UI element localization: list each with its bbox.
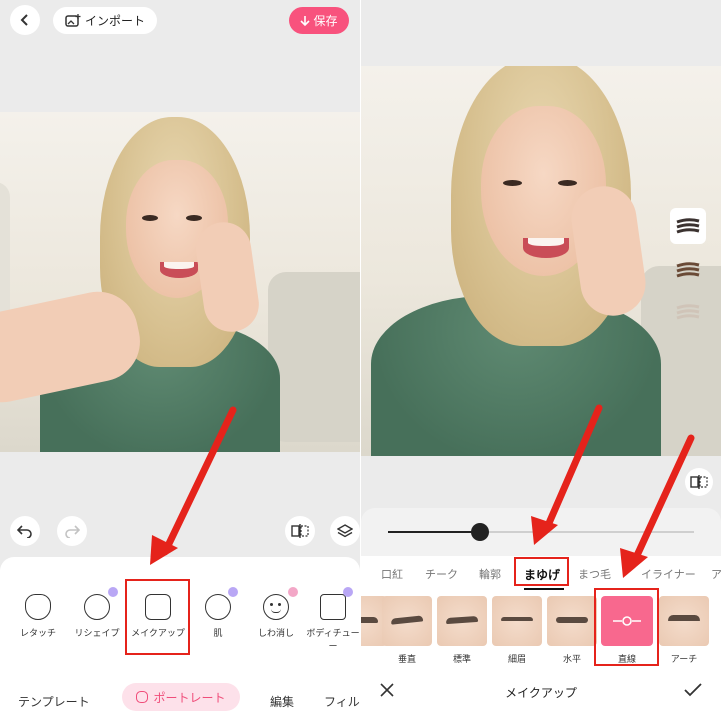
app-root: インポート 保存 レタッチ リシェイプ メイクアップ 肌 しわ消し ボディチュー… (0, 0, 721, 726)
red-arrows (531, 404, 695, 578)
right-screen: 口紅 チーク 輪郭 まゆげ まつ毛 イライナー ア 垂直 標準 細眉 水平 直線… (361, 0, 721, 726)
left-screen: インポート 保存 レタッチ リシェイプ メイクアップ 肌 しわ消し ボディチュー… (0, 0, 360, 726)
red-arrow (150, 406, 237, 565)
